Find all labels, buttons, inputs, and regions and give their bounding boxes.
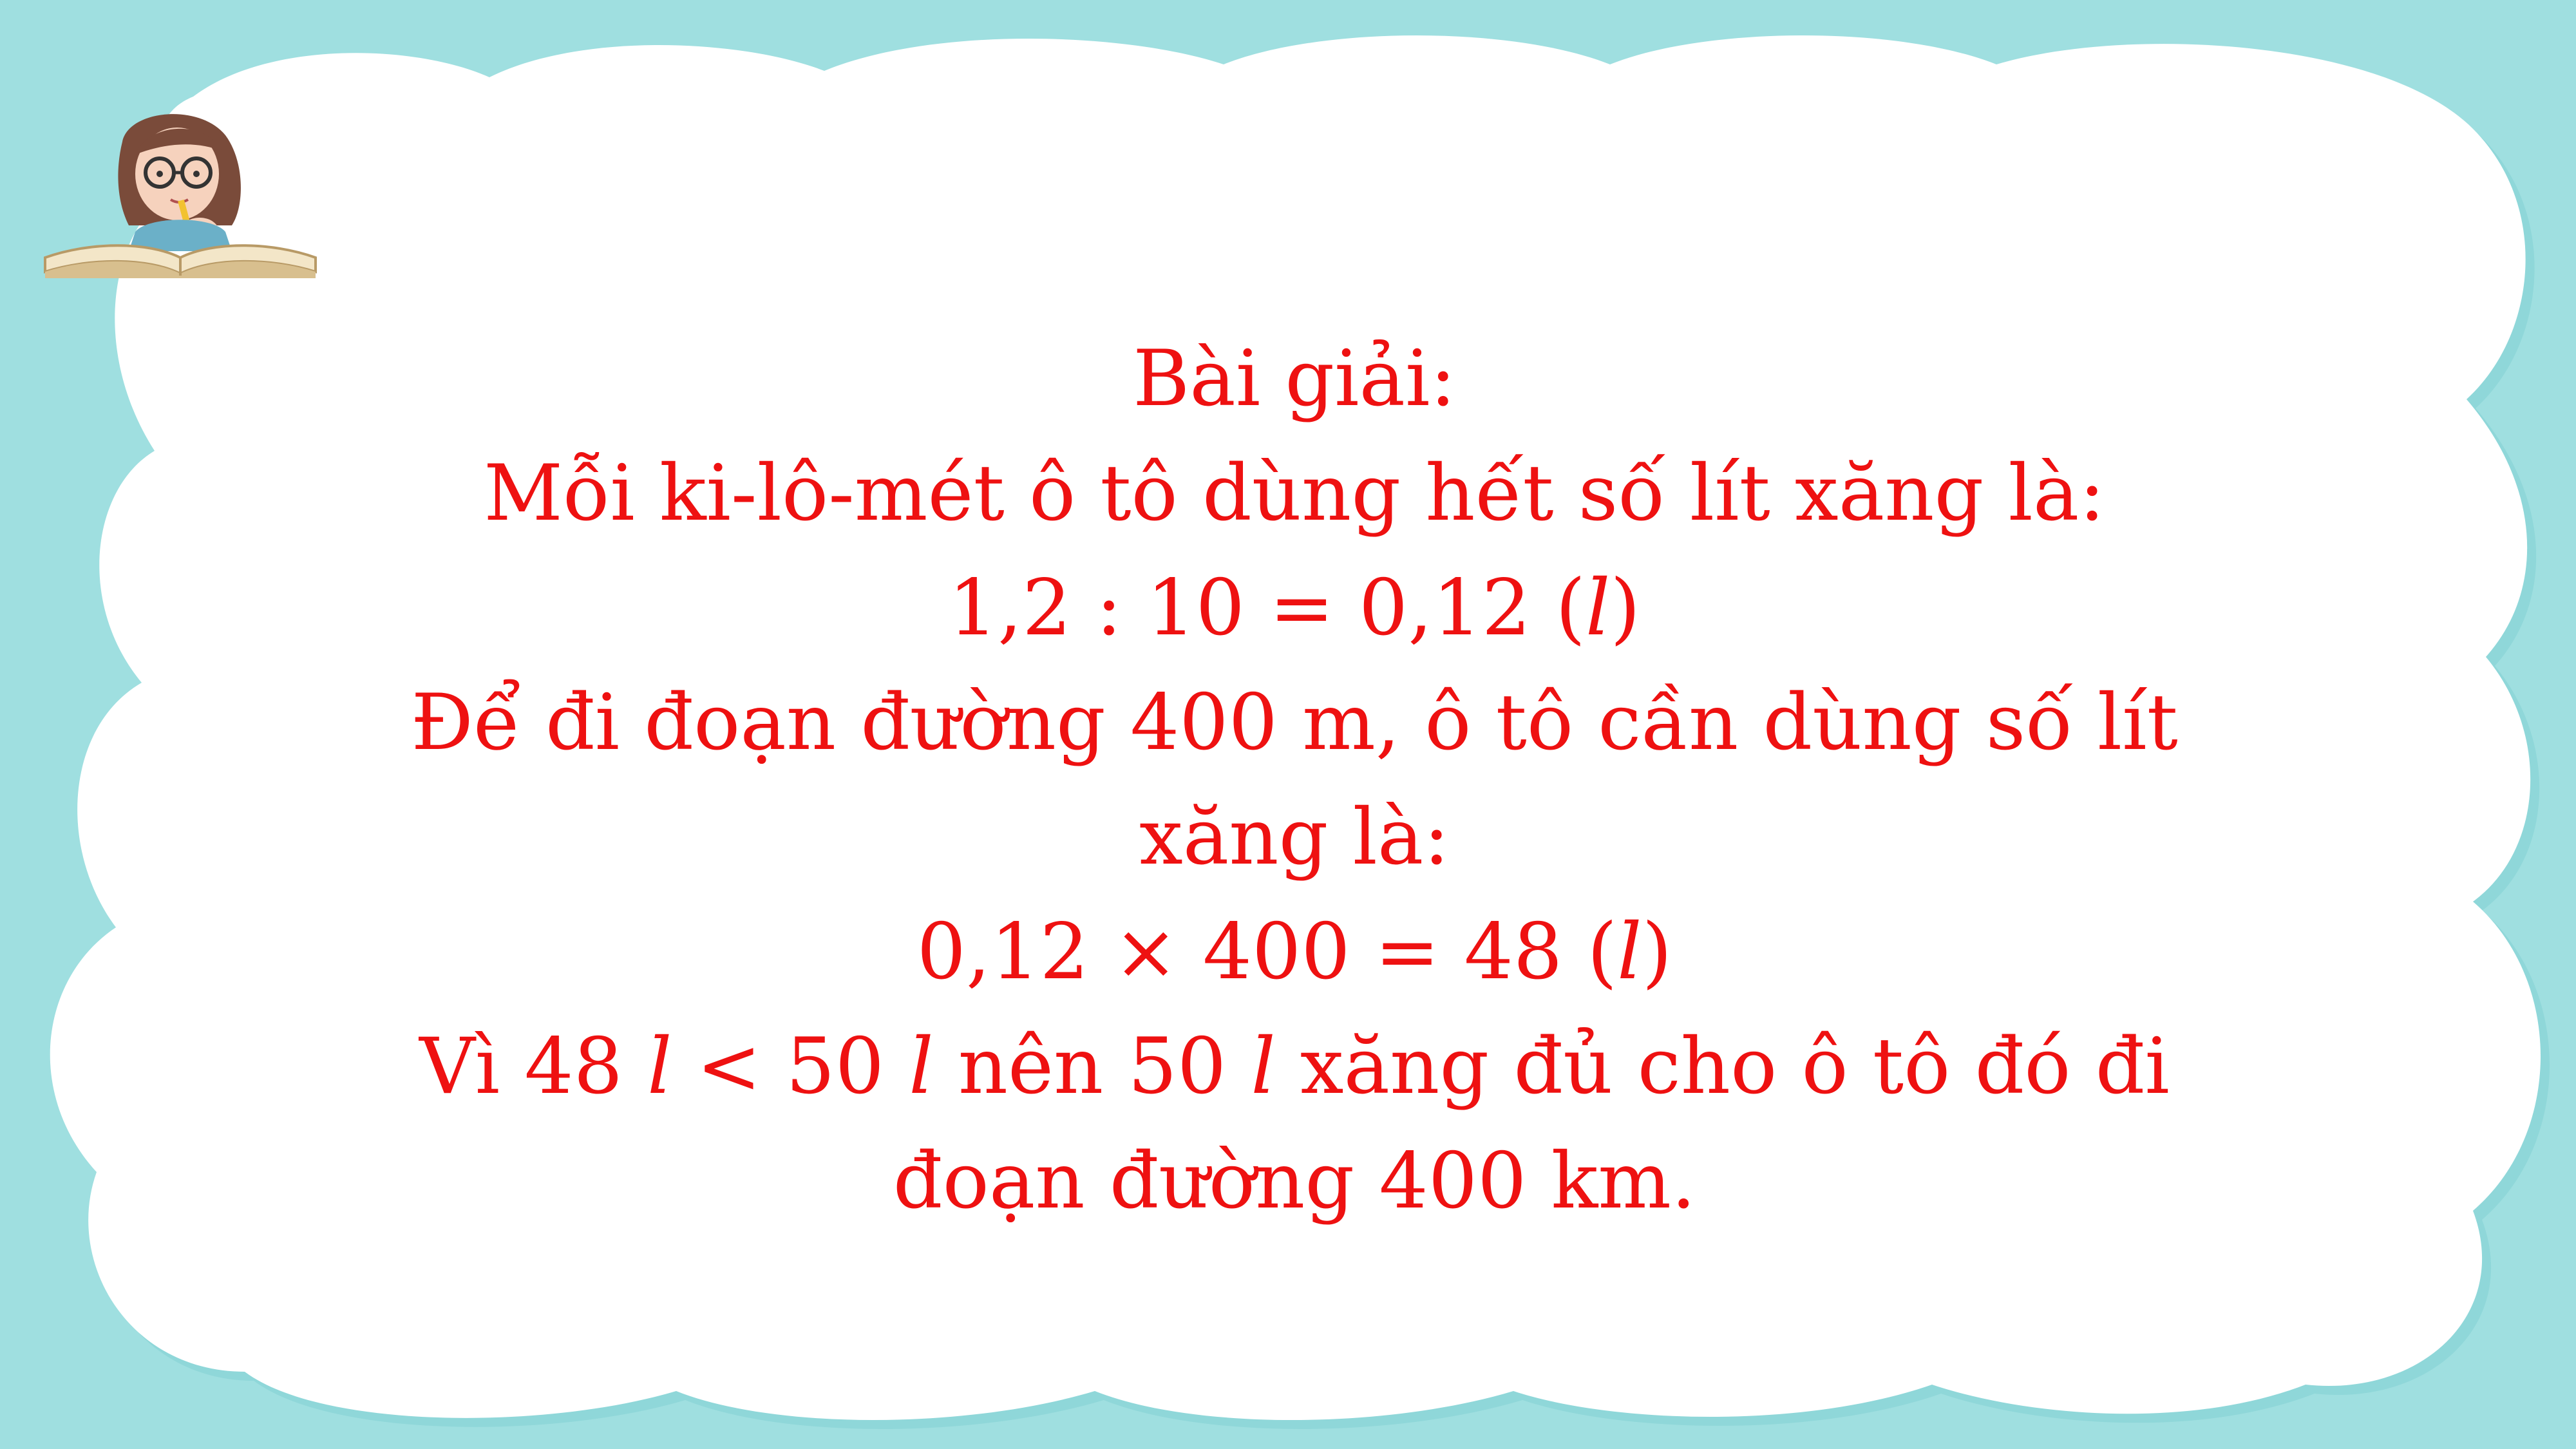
closing-paren: )	[1610, 564, 1641, 653]
solution-line-2b: xăng là:	[1139, 793, 1450, 882]
conclusion-text: nên 50	[933, 1022, 1251, 1112]
solution-line-2a: Để đi đoạn đường 400 m, ô tô cần dùng số…	[411, 678, 2178, 768]
conclusion-line-2: đoạn đường 400 km.	[893, 1137, 1696, 1226]
liter-unit: l	[1251, 1022, 1276, 1112]
calculation-2-expression: 0,12 × 400 = 48 (	[916, 907, 1618, 997]
conclusion-text: xăng đủ cho ô tô đó đi	[1275, 1022, 2170, 1112]
solution-line-1: Mỗi ki-lô-mét ô tô dùng hết số lít xăng …	[484, 449, 2105, 538]
slide: Bài giải: Mỗi ki-lô-mét ô tô dùng hết số…	[0, 0, 2576, 1449]
solution-heading: Bài giải:	[1133, 334, 1456, 424]
girl-reading-book-icon	[44, 114, 317, 278]
calculation-1: 1,2 : 10 = 0,12 (l)	[270, 551, 2318, 666]
liter-unit: l	[647, 1022, 672, 1112]
closing-paren: )	[1642, 907, 1672, 997]
solution-text: Bài giải: Mỗi ki-lô-mét ô tô dùng hết số…	[270, 322, 2318, 1239]
calculation-2: 0,12 × 400 = 48 (l)	[270, 895, 2318, 1010]
conclusion-line-1: Vì 48 l < 50 l nên 50 l xăng đủ cho ô tô…	[270, 1010, 2318, 1124]
calculation-1-expression: 1,2 : 10 = 0,12 (	[948, 564, 1586, 653]
conclusion-text: Vì 48	[419, 1022, 648, 1112]
conclusion-text: < 50	[672, 1022, 909, 1112]
liter-unit: l	[1586, 564, 1611, 653]
liter-unit: l	[909, 1022, 934, 1112]
liter-unit: l	[1617, 907, 1642, 997]
